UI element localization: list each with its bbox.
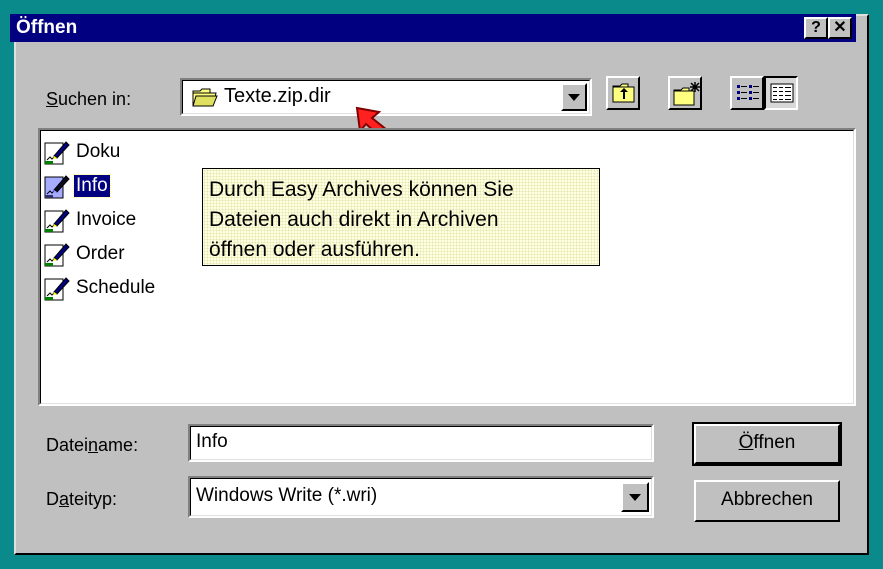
help-button[interactable]: ? — [804, 17, 828, 39]
filename-value: Info — [196, 431, 228, 452]
folder-icon — [192, 88, 218, 107]
write-document-icon — [44, 140, 70, 166]
list-view-button[interactable] — [730, 76, 764, 110]
file-name: Doku — [76, 141, 121, 162]
chevron-down-icon — [629, 494, 641, 501]
file-name: Invoice — [76, 209, 137, 230]
look-in-label: Suchen in: — [46, 89, 132, 109]
filetype-label: Dateityp: — [46, 489, 118, 509]
look-in-value: Texte.zip.dir — [224, 85, 331, 107]
file-name: Info — [73, 174, 111, 198]
list-view-icon — [737, 85, 759, 100]
tooltip-line: öffnen oder ausführen. — [209, 238, 420, 261]
details-view-icon — [770, 83, 794, 103]
window-title: Öffnen — [16, 17, 78, 38]
filetype-select[interactable]: Windows Write (*.wri) — [188, 476, 654, 518]
new-folder-icon — [673, 82, 700, 106]
open-button[interactable]: Öffnen — [692, 422, 842, 466]
help-icon: ? — [811, 19, 821, 36]
write-document-icon — [44, 208, 70, 234]
tooltip-line: Dateien auch direkt in Archiven — [209, 208, 499, 231]
easy-archives-tooltip: Durch Easy Archives können Sie Dateien a… — [202, 168, 600, 266]
close-icon: ✕ — [833, 19, 847, 36]
filename-label: Dateiname: — [46, 435, 139, 455]
create-new-folder-button[interactable] — [668, 76, 702, 110]
title-bar[interactable]: Öffnen ? ✕ — [10, 14, 856, 42]
look-in-dropdown-button[interactable] — [561, 83, 587, 111]
tooltip-line: Durch Easy Archives können Sie — [209, 178, 514, 201]
close-button[interactable]: ✕ — [828, 17, 852, 39]
filename-input[interactable]: Info — [188, 424, 654, 462]
file-name: Schedule — [76, 277, 156, 298]
write-document-icon — [44, 174, 70, 200]
cancel-button[interactable]: Abbrechen — [694, 480, 840, 522]
file-name: Order — [76, 243, 125, 264]
write-document-icon — [44, 276, 70, 302]
up-one-level-button[interactable] — [606, 76, 640, 110]
filetype-value: Windows Write (*.wri) — [196, 485, 378, 506]
up-folder-icon — [612, 83, 635, 103]
filetype-dropdown-button[interactable] — [621, 482, 649, 512]
write-document-icon — [44, 242, 70, 268]
chevron-down-icon — [568, 94, 580, 101]
details-view-button[interactable] — [764, 76, 798, 110]
